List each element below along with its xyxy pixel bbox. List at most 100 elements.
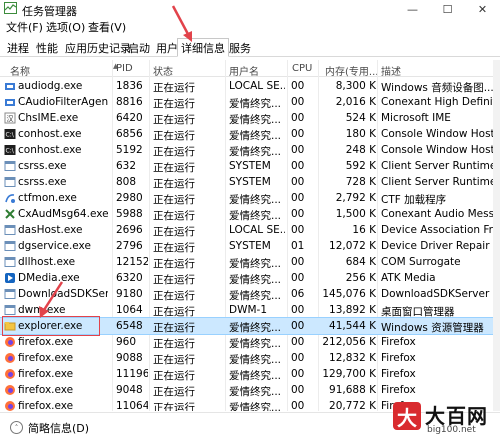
process-user: 爱情终究... [229, 370, 282, 382]
process-cpu: 00 [291, 224, 305, 236]
maximize-button[interactable]: ☐ [430, 0, 465, 18]
table-row[interactable]: CxAudMsg64.exe 5988 正在运行 爱情终究... 00 1,500 K Co… [0, 206, 493, 222]
process-memory: 20,772 K [329, 400, 376, 411]
table-row[interactable]: firefox.exe 960 正在运行 爱情终究... 00 212,056 K Fire… [0, 334, 493, 350]
table-row[interactable]: csrss.exe 632 正在运行 SYSTEM 00 592 K Client Serv… [0, 158, 493, 174]
process-description: Conexant Audio Mess... [381, 208, 493, 220]
process-memory: 180 K [345, 128, 376, 140]
column-name[interactable]: 名称 [10, 63, 30, 78]
process-name: dasHost.exe [18, 224, 83, 236]
process-memory: 592 K [345, 160, 376, 172]
process-cpu: 00 [291, 320, 305, 332]
column-status[interactable]: 状态 [153, 63, 173, 78]
process-user: 爱情终究... [229, 130, 282, 142]
process-description: Device Association Fr... [381, 224, 493, 236]
process-cpu: 01 [291, 240, 305, 252]
tab-processes[interactable]: 进程 [3, 38, 33, 57]
process-pid: 9088 [116, 352, 143, 364]
table-row[interactable]: firefox.exe 11196 正在运行 爱情终究... 00 129,700 K Fi… [0, 366, 493, 382]
table-row[interactable]: C:\ conhost.exe 5192 正在运行 爱情终究... 00 248 K Cons… [0, 142, 493, 158]
process-name: conhost.exe [18, 144, 82, 156]
table-row[interactable]: dgservice.exe 2796 正在运行 SYSTEM 01 12,072 K Dev… [0, 238, 493, 254]
table-row[interactable]: ctfmon.exe 2980 正在运行 爱情终究... 00 2,792 K CTF 加载… [0, 190, 493, 206]
process-description: Firefox [381, 352, 416, 364]
process-description: Windows 资源管理器 [381, 322, 484, 334]
fewer-details-link[interactable]: 简略信息(D) [28, 420, 89, 436]
table-row[interactable]: DownloadSDKServ...9180正在运行爱情终究...06145,0… [0, 286, 493, 302]
process-pid: 8816 [116, 96, 143, 108]
process-name: firefox.exe [18, 336, 74, 348]
process-user: 爱情终究... [229, 386, 282, 398]
process-name: conhost.exe [18, 128, 82, 140]
menu-view[interactable]: 查看(V) [88, 19, 126, 35]
process-status: 正在运行 [153, 354, 195, 366]
table-row[interactable]: dllhost.exe 12152 正在运行 爱情终究... 00 684 K COM Su… [0, 254, 493, 270]
process-cpu: 00 [291, 208, 305, 220]
process-status: 正在运行 [153, 306, 195, 318]
audio-icon [5, 99, 15, 106]
process-user: SYSTEM [229, 176, 271, 188]
process-pid: 6856 [116, 128, 143, 140]
process-memory: 91,688 K [329, 384, 376, 396]
column-pid[interactable]: PID [116, 63, 133, 74]
tab-startup[interactable]: 启动 [124, 38, 154, 57]
process-user: 爱情终究... [229, 338, 282, 350]
tab-bar: 进程 性能 应用历史记录 启动 用户 详细信息 服务 [0, 36, 500, 57]
table-row[interactable]: firefox.exe 9088 正在运行 爱情终究... 00 12,832 K Fire… [0, 350, 493, 366]
process-user: SYSTEM [229, 240, 271, 252]
column-cpu[interactable]: CPU [292, 63, 312, 74]
process-user: SYSTEM [229, 160, 271, 172]
process-pid: 2980 [116, 192, 143, 204]
process-user: 爱情终究... [229, 402, 282, 411]
process-memory: 248 K [345, 144, 376, 156]
process-user: DWM-1 [229, 304, 267, 316]
table-row[interactable]: firefox.exe 9048 正在运行 爱情终究... 00 91,688 K Fire… [0, 382, 493, 398]
process-status: 正在运行 [153, 338, 195, 350]
process-user: 爱情终究... [229, 98, 282, 110]
chevron-up-icon[interactable]: ˄ [10, 421, 23, 434]
audio-icon [5, 83, 15, 90]
table-row[interactable]: DMedia.exe 6320 正在运行 爱情终究... 00 256 K ATK Medi… [0, 270, 493, 286]
table-row[interactable]: dasHost.exe 2696 正在运行 LOCAL SE... 00 16 K Devi… [0, 222, 493, 238]
process-cpu: 00 [291, 400, 305, 411]
process-name: csrss.exe [18, 160, 67, 172]
process-status: 正在运行 [153, 322, 195, 334]
table-row[interactable]: audiodg.exe 1836 正在运行 LOCAL SE... 00 8,300 K W… [0, 78, 493, 94]
table-row[interactable]: csrss.exe 808 正在运行 SYSTEM 00 728 K Client Serv… [0, 174, 493, 190]
vertical-scrollbar[interactable] [493, 60, 500, 411]
process-memory: 8,300 K [335, 80, 376, 92]
firefox-icon [5, 337, 15, 347]
process-cpu: 00 [291, 368, 305, 380]
table-row[interactable]: CAudioFilterAgent... 8816 正在运行 爱情终究... 00 2,0… [0, 94, 493, 110]
process-memory: 524 K [345, 112, 376, 124]
process-status: 正在运行 [153, 98, 195, 110]
process-name: CxAudMsg64.exe [18, 208, 108, 220]
process-pid: 2796 [116, 240, 143, 252]
process-user: 爱情终究... [229, 146, 282, 158]
menu-options[interactable]: 选项(O) [46, 19, 85, 35]
minimize-button[interactable]: — [395, 0, 430, 18]
firefox-icon [5, 385, 15, 395]
table-row[interactable]: 汉 ChsIME.exe 6420 正在运行 爱情终究... 00 524 K Microso… [0, 110, 493, 126]
menu-file[interactable]: 文件(F) [6, 19, 43, 35]
process-name: dgservice.exe [18, 240, 91, 252]
process-name: ChsIME.exe [18, 112, 79, 124]
process-status: 正在运行 [153, 290, 195, 302]
close-button[interactable]: ✕ [465, 0, 500, 18]
table-row[interactable]: C:\ conhost.exe 6856 正在运行 爱情终究... 00 180 K Cons… [0, 126, 493, 142]
process-description: Windows 音频设备图... [381, 82, 493, 94]
process-status: 正在运行 [153, 114, 195, 126]
system-icon [4, 177, 16, 187]
process-status: 正在运行 [153, 194, 195, 206]
column-description[interactable]: 描述 [381, 63, 401, 78]
process-cpu: 00 [291, 352, 305, 364]
system-icon [4, 241, 16, 251]
watermark-logo: 大 大百网 big100.net [393, 398, 497, 438]
column-username[interactable]: 用户名 [229, 63, 259, 78]
tab-performance[interactable]: 性能 [32, 38, 62, 57]
tab-services[interactable]: 服务 [225, 38, 255, 57]
column-memory[interactable]: 内存(专用... [325, 63, 378, 78]
process-cpu: 00 [291, 256, 305, 268]
process-status: 正在运行 [153, 226, 195, 238]
watermark-domain: big100.net [427, 425, 476, 435]
